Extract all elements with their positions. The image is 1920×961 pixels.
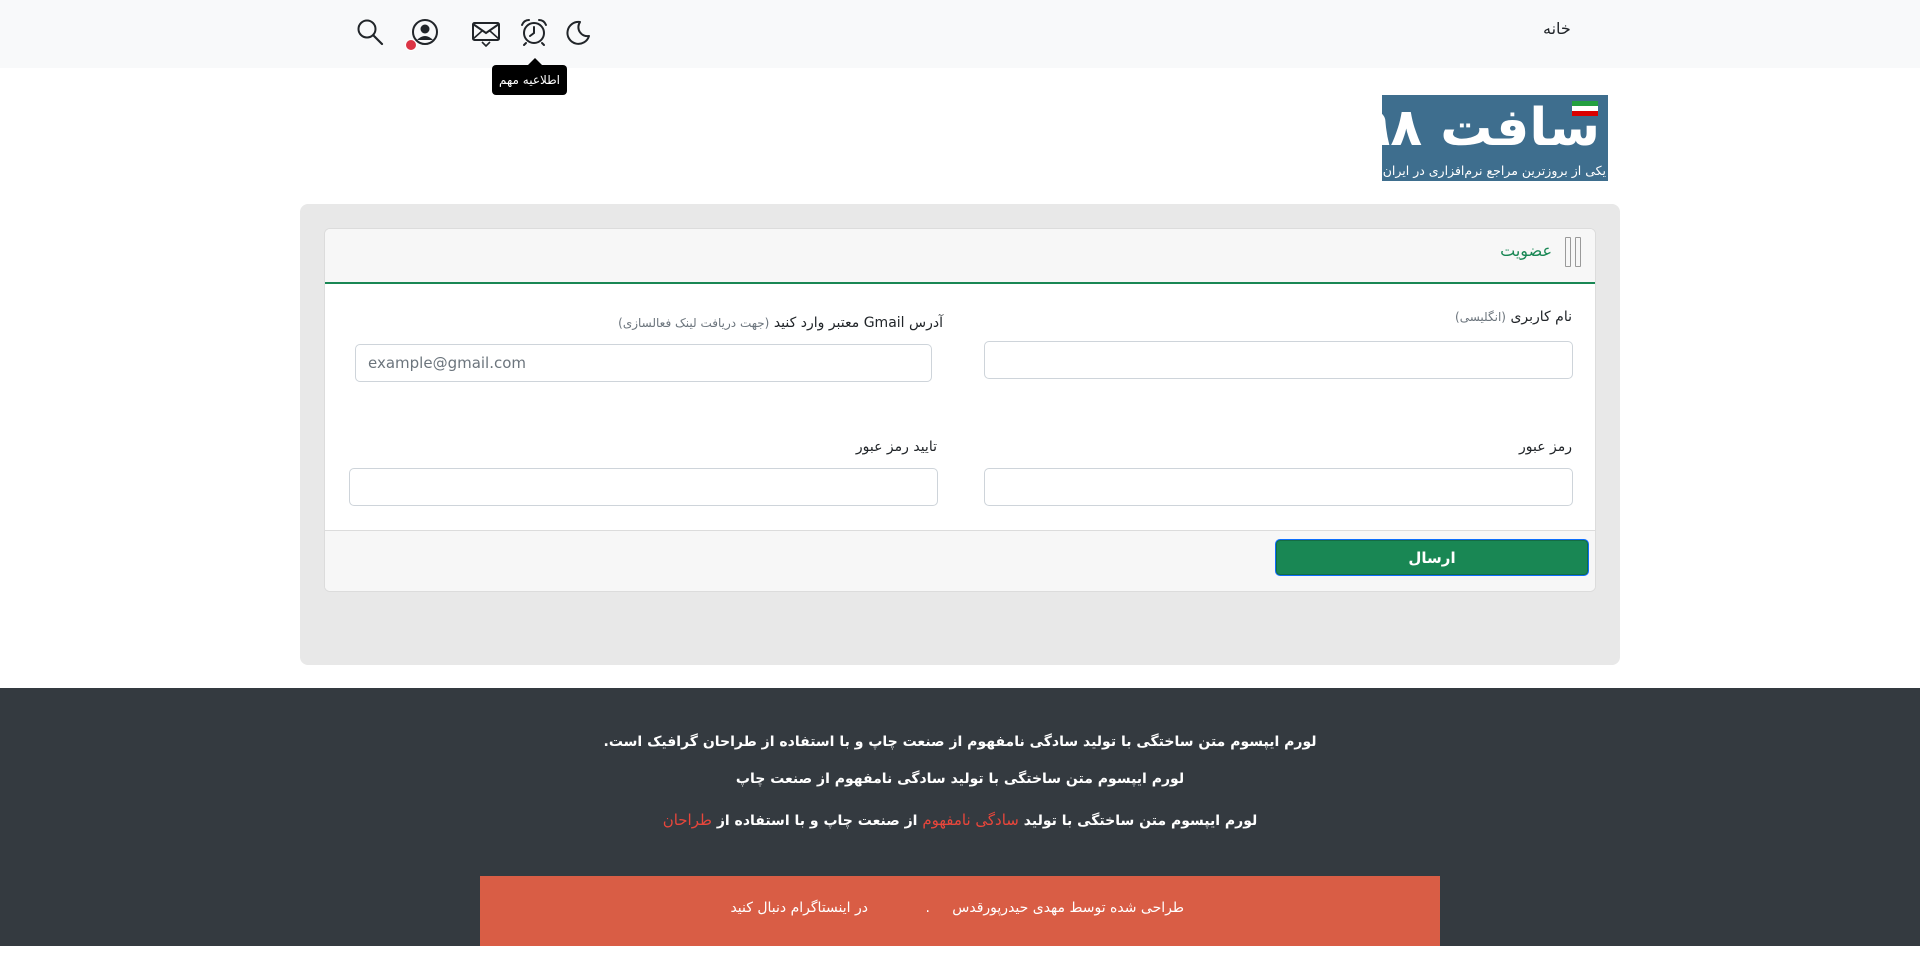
logo-subtitle: یکی از بروزترین مراجع نرم‌افزاری در ایرا…	[1382, 163, 1606, 178]
form-header: عضویت	[325, 229, 1595, 284]
credit-separator: .	[925, 900, 930, 916]
credit-bar: طراحی شده توسط مهدی حیدرپورقدس . در اینس…	[480, 876, 1440, 946]
email-label: آدرس Gmail معتبر وارد کنید (جهت دریافت ل…	[618, 315, 943, 331]
email-field[interactable]	[355, 344, 932, 382]
submit-button[interactable]: ارسال	[1275, 539, 1589, 576]
form-title: عضویت	[1500, 241, 1552, 260]
mail-icon[interactable]	[471, 17, 501, 47]
confirm-password-field[interactable]	[349, 468, 938, 506]
footer-highlight-2[interactable]: طراحان	[663, 811, 712, 829]
logo-title: سافت ۹۸	[1382, 98, 1600, 158]
password-label: رمز عبور	[1518, 439, 1572, 455]
username-field[interactable]	[984, 341, 1573, 379]
search-icon[interactable]	[355, 17, 385, 47]
site-logo[interactable]: سافت ۹۸ یکی از بروزترین مراجع نرم‌افزاری…	[1382, 95, 1608, 181]
footer-highlight-1: سادگی نامفهوم	[922, 811, 1019, 829]
tooltip-arrow	[528, 58, 542, 65]
username-label: نام کاربری (انگلیسی)	[1455, 309, 1572, 325]
register-form: عضویت نام کاربری (انگلیسی) آدرس Gmail مع…	[324, 228, 1596, 592]
notification-badge	[405, 39, 417, 51]
confirm-password-label: تایید رمز عبور	[855, 439, 937, 455]
password-field[interactable]	[984, 468, 1573, 506]
form-footer: ارسال	[325, 530, 1595, 591]
nav-home-link[interactable]: خانه	[1543, 19, 1571, 38]
moon-icon[interactable]	[563, 17, 593, 47]
top-navbar: خانه	[0, 0, 1920, 68]
credit-designer: طراحی شده توسط مهدی حیدرپورقدس	[952, 900, 1184, 916]
footer-line-3: لورم ایپسوم متن ساختگی با تولید سادگی نا…	[662, 811, 1258, 829]
instagram-link[interactable]: در اینستاگرام دنبال کنید	[730, 900, 868, 916]
columns-icon	[1565, 237, 1583, 267]
notice-tooltip: اطلاعیه مهم	[492, 65, 568, 95]
alarm-icon[interactable]	[519, 17, 549, 47]
footer-line-2: لورم ایپسوم متن ساختگی با تولید سادگی نا…	[735, 771, 1185, 787]
footer-line-1: لورم ایپسوم متن ساختگی با تولید سادگی نا…	[603, 734, 1317, 750]
